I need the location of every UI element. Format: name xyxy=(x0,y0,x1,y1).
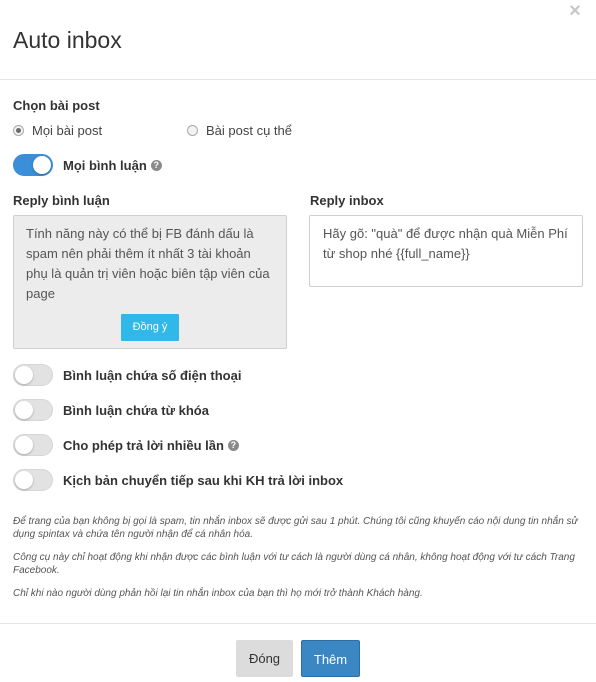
radio-all-posts-label: Mọi bài post xyxy=(32,123,103,138)
note-customer: Chỉ khi nào người dùng phản hồi lại tin … xyxy=(13,588,423,599)
reply-inbox-label: Reply inbox xyxy=(310,193,384,208)
close-button[interactable]: Đóng xyxy=(236,640,293,677)
note-spam: Để trang của bạn không bị gọi là spam, t… xyxy=(13,516,578,540)
multiple-replies-label: Cho phép trả lời nhiều lần ? xyxy=(63,438,239,453)
keyword-comment-text: Bình luận chứa từ khóa xyxy=(63,403,209,418)
post-select-label: Chọn bài post xyxy=(13,98,100,113)
close-icon[interactable]: × xyxy=(566,1,584,21)
modal-title: Auto inbox xyxy=(13,27,122,53)
radio-specific-post-label: Bài post cụ thể xyxy=(206,123,292,138)
reply-comment-label: Reply bình luận xyxy=(13,193,110,208)
toggle-knob xyxy=(15,436,33,454)
help-icon[interactable]: ? xyxy=(227,440,239,451)
multiple-replies-toggle[interactable] xyxy=(13,434,53,456)
all-comments-toggle[interactable] xyxy=(13,154,53,176)
phone-comment-label: Bình luận chứa số điện thoại xyxy=(63,368,241,383)
multiple-replies-text: Cho phép trả lời nhiều lần xyxy=(63,438,224,453)
footer-divider xyxy=(0,623,596,624)
phone-comment-toggle[interactable] xyxy=(13,364,53,386)
reply-inbox-value: Hãy gõ: "quà" để được nhận quà Miễn Phí … xyxy=(323,226,568,261)
agree-button[interactable]: Đồng ý xyxy=(121,314,179,341)
header-divider xyxy=(0,79,596,80)
toggle-knob xyxy=(15,401,33,419)
keyword-comment-label: Bình luận chứa từ khóa xyxy=(63,403,209,418)
radio-specific-post[interactable]: Bài post cụ thể xyxy=(187,123,292,138)
auto-inbox-modal: × Auto inbox Chọn bài post Mọi bài post … xyxy=(0,0,596,682)
reply-inbox-textarea[interactable]: Hãy gõ: "quà" để được nhận quà Miễn Phí … xyxy=(309,215,583,287)
toggle-knob xyxy=(33,156,51,174)
radio-specific-post-circle[interactable] xyxy=(187,125,198,136)
forward-script-text: Kịch bản chuyển tiếp sau khi KH trả lời … xyxy=(63,473,344,488)
add-button[interactable]: Thêm xyxy=(301,640,360,677)
forward-script-toggle[interactable] xyxy=(13,469,53,491)
keyword-comment-toggle[interactable] xyxy=(13,399,53,421)
toggle-knob xyxy=(15,471,33,489)
help-icon[interactable]: ? xyxy=(150,160,162,171)
forward-script-label: Kịch bản chuyển tiếp sau khi KH trả lời … xyxy=(63,473,343,488)
phone-comment-text: Bình luận chứa số điện thoại xyxy=(63,368,242,383)
reply-comment-notice-text: Tính năng này có thể bị FB đánh dấu là s… xyxy=(26,226,270,301)
toggle-knob xyxy=(15,366,33,384)
note-personal-only: Công cụ này chỉ hoạt động khi nhận được … xyxy=(13,552,575,576)
radio-all-posts[interactable]: Mọi bài post xyxy=(13,123,102,138)
all-comments-label: Mọi bình luận ? xyxy=(63,158,162,173)
radio-all-posts-circle[interactable] xyxy=(13,125,24,136)
all-comments-text: Mọi bình luận xyxy=(63,158,147,173)
